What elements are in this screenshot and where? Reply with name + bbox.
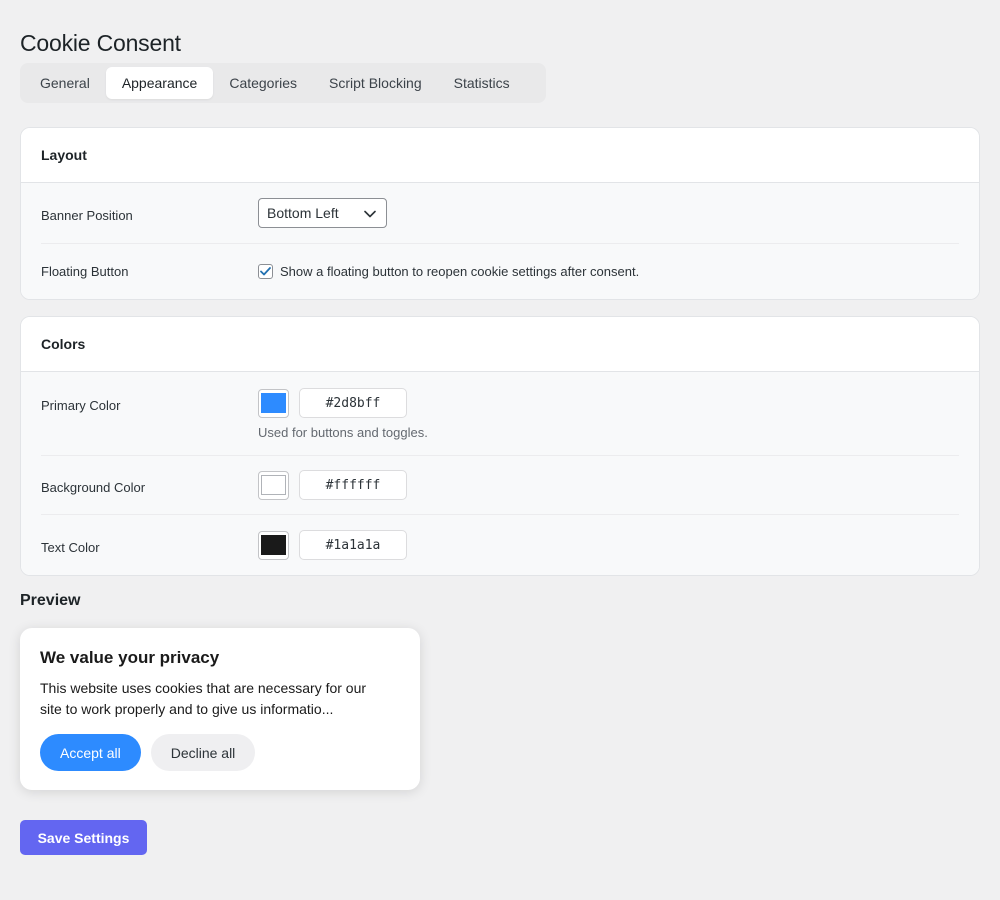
cookie-banner-preview: We value your privacy This website uses … bbox=[20, 628, 420, 790]
background-color-control: #ffffff bbox=[258, 470, 959, 500]
floating-button-label: Floating Button bbox=[41, 264, 129, 279]
layout-card-body: Banner Position Bottom Left Floating But… bbox=[21, 183, 979, 299]
floating-button-option: Show a floating button to reopen cookie … bbox=[258, 264, 959, 279]
floating-button-description: Show a floating button to reopen cookie … bbox=[280, 264, 640, 279]
text-color-control: #1a1a1a bbox=[258, 530, 959, 560]
colors-card-heading: Colors bbox=[21, 317, 979, 372]
primary-color-label: Primary Color bbox=[41, 398, 121, 413]
chevron-down-icon bbox=[364, 205, 376, 221]
background-color-hex-input[interactable]: #ffffff bbox=[299, 470, 407, 500]
banner-position-label: Banner Position bbox=[41, 207, 133, 223]
checkmark-icon bbox=[260, 267, 271, 276]
banner-position-select[interactable]: Bottom Left bbox=[258, 198, 387, 228]
save-settings-button[interactable]: Save Settings bbox=[20, 820, 147, 855]
tab-statistics[interactable]: Statistics bbox=[438, 67, 526, 99]
banner-position-control: Bottom Left bbox=[258, 198, 959, 228]
background-color-label: Background Color bbox=[41, 479, 146, 495]
background-color-row: Background Color #ffffff bbox=[41, 456, 959, 515]
background-color-swatch-fill bbox=[261, 475, 286, 495]
decline-all-button[interactable]: Decline all bbox=[150, 734, 256, 771]
text-color-swatch-fill bbox=[261, 535, 286, 555]
background-color-swatch[interactable] bbox=[258, 470, 289, 500]
banner-title: We value your privacy bbox=[40, 648, 220, 667]
text-color-label: Text Color bbox=[41, 539, 100, 555]
primary-color-swatch[interactable] bbox=[258, 388, 289, 418]
text-color-hex-input[interactable]: #1a1a1a bbox=[299, 530, 407, 560]
tab-general[interactable]: General bbox=[24, 67, 106, 99]
primary-color-control: #2d8bff Used for buttons and toggles. bbox=[258, 388, 959, 440]
primary-color-inputs: #2d8bff bbox=[258, 388, 959, 418]
primary-color-row: Primary Color #2d8bff Used for buttons a… bbox=[41, 372, 959, 456]
tab-appearance[interactable]: Appearance bbox=[105, 67, 214, 99]
floating-button-row: Floating Button Show a floating button t… bbox=[41, 244, 959, 299]
layout-card-heading: Layout bbox=[21, 128, 979, 183]
tab-categories[interactable]: Categories bbox=[213, 67, 313, 99]
primary-color-help: Used for buttons and toggles. bbox=[258, 425, 428, 440]
primary-color-swatch-fill bbox=[261, 393, 286, 413]
colors-card: Colors Primary Color #2d8bff Used for bu… bbox=[20, 316, 980, 576]
page-title: Cookie Consent bbox=[20, 30, 181, 56]
text-color-row: Text Color #1a1a1a bbox=[41, 515, 959, 575]
banner-text: This website uses cookies that are neces… bbox=[40, 680, 367, 717]
accept-all-button[interactable]: Accept all bbox=[40, 734, 141, 771]
preview-heading: Preview bbox=[20, 592, 81, 609]
background-color-inputs: #ffffff bbox=[258, 470, 959, 500]
colors-card-body: Primary Color #2d8bff Used for buttons a… bbox=[21, 372, 979, 575]
text-color-inputs: #1a1a1a bbox=[258, 530, 959, 560]
text-color-swatch[interactable] bbox=[258, 530, 289, 560]
floating-button-checkbox[interactable] bbox=[258, 264, 273, 279]
banner-position-value: Bottom Left bbox=[267, 205, 339, 221]
tab-bar: General Appearance Categories Script Blo… bbox=[20, 63, 546, 103]
banner-actions: Accept all Decline all bbox=[40, 734, 400, 771]
layout-card: Layout Banner Position Bottom Left Float… bbox=[20, 127, 980, 300]
banner-position-row: Banner Position Bottom Left bbox=[41, 183, 959, 244]
primary-color-hex-input[interactable]: #2d8bff bbox=[299, 388, 407, 418]
floating-button-control: Show a floating button to reopen cookie … bbox=[258, 264, 959, 279]
tab-script-blocking[interactable]: Script Blocking bbox=[313, 67, 438, 99]
